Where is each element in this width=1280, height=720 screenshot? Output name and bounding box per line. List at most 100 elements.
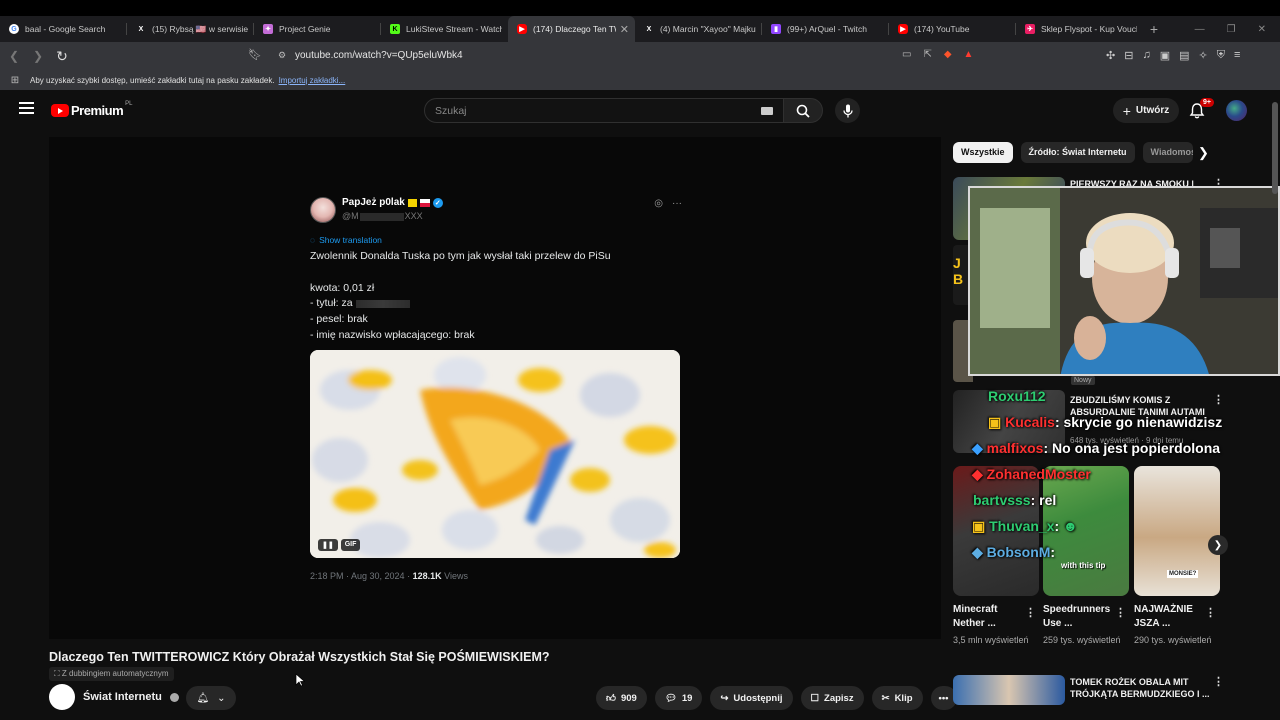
site-settings-icon[interactable]: ⚙ <box>278 50 286 61</box>
x-icon: X <box>138 25 144 33</box>
chat-badge-icon: ◆ <box>972 544 987 560</box>
more-options-icon[interactable]: ⋮ <box>1025 606 1036 619</box>
new-tab-button[interactable]: + <box>1143 21 1165 37</box>
share-button[interactable]: ↪ Udostępnij <box>710 686 793 710</box>
user-avatar[interactable] <box>1226 100 1247 121</box>
channel-name[interactable]: Świat Internetu <box>83 691 162 703</box>
create-button[interactable]: + Utwórz <box>1113 98 1179 123</box>
save-icon: ☐ <box>810 692 820 704</box>
music-icon[interactable]: ♫ <box>1142 49 1150 62</box>
reload-icon[interactable]: ↻ <box>52 48 72 65</box>
like-button[interactable]: 👍︎ 909 <box>596 686 647 710</box>
chip-news[interactable]: Wiadomości <box>1142 142 1193 163</box>
grok-icon: ◎ <box>654 198 663 209</box>
more-options-icon[interactable]: ⋮ <box>1213 393 1224 406</box>
shorts-next-button[interactable]: ❯ <box>1208 535 1228 555</box>
tweet-handle: @M XXX <box>342 211 423 221</box>
back-icon[interactable]: ❮ <box>4 49 24 63</box>
mouse-cursor-icon <box>295 673 305 687</box>
tweet-text: Zwolennik Donalda Tuska po tym jak wysła… <box>310 250 611 341</box>
comments-button[interactable]: 💬︎ 19 <box>654 686 703 710</box>
short-title[interactable]: NAJWAŻNIE JSZA ... <box>1134 603 1206 631</box>
search-icon <box>796 104 810 118</box>
tweet-actions: ◎ ··· <box>654 198 682 209</box>
browser-tab[interactable]: X (4) Marcin "Xayoo" Majkut <box>635 16 762 42</box>
search-button[interactable] <box>783 98 823 123</box>
wallet-icon[interactable]: ▤ <box>1179 49 1189 62</box>
channel-info[interactable]: Świat Internetu <box>49 684 179 710</box>
browser-tab[interactable]: K LukiSteve Stream - Watch <box>381 16 508 42</box>
video-thumbnail[interactable] <box>953 675 1065 705</box>
tweet-avatar <box>310 197 336 223</box>
restore-icon[interactable]: ❐ <box>1227 24 1236 35</box>
chip-all[interactable]: Wszystkie <box>953 142 1013 163</box>
leo-icon[interactable]: ✧ <box>1199 49 1208 62</box>
subscription-bell-button[interactable]: 🔔︎ ⌄ <box>186 686 236 710</box>
chat-badge-icon: ◆ <box>972 466 987 482</box>
browser-tab-active[interactable]: ▶ (174) Dlaczego Ten TW ✕ <box>508 16 635 42</box>
thumbs-up-icon: 👍︎ <box>606 693 616 704</box>
verified-channel-icon <box>169 692 179 702</box>
chevron-right-icon[interactable]: ❯ <box>1198 145 1209 161</box>
hamburger-menu-icon[interactable] <box>19 102 34 114</box>
chat-message: ◆ ZohanedMoster <box>972 466 1091 482</box>
video-title[interactable]: TOMEK ROŻEK OBALA MIT TRÓJKĄTA BERMUDZKI… <box>1070 676 1215 700</box>
chip-source[interactable]: Źródło: Świat Internetu <box>1020 142 1135 163</box>
voice-search-button[interactable] <box>835 98 860 123</box>
sidebar-icon[interactable]: ▣ <box>1160 49 1170 62</box>
short-thumbnail[interactable]: MONSIE? <box>1134 466 1220 596</box>
url-field[interactable]: youtube.com/watch?v=QUp5eluWbk4 <box>295 50 463 61</box>
apps-icon[interactable]: ⊞ <box>0 75 30 86</box>
short-title[interactable]: Minecraft Nether ... <box>953 603 1025 631</box>
close-tab-icon[interactable]: ✕ <box>620 23 629 36</box>
more-options-icon[interactable]: ⋮ <box>1115 606 1126 619</box>
bookmark-icon[interactable]: 🔖︎ <box>248 48 262 61</box>
browser-tab[interactable]: X (15) Rybsą 🇺🇸 w serwisie X <box>127 16 254 42</box>
yellow-flag-icon <box>407 198 417 207</box>
brave-shield-icon[interactable]: ◆ <box>944 49 952 60</box>
gif-image <box>310 350 680 558</box>
tweet-author: PapJeż p0lak ✓ <box>342 197 443 208</box>
forward-icon[interactable]: ❯ <box>28 49 48 63</box>
extensions-icon[interactable]: ✣ <box>1106 49 1115 62</box>
genie-icon: ✦ <box>263 24 273 34</box>
bell-icon: 🔔︎ <box>196 692 210 704</box>
tweet-meta: 2:18 PM · Aug 30, 2024 · 128.1K Views <box>310 571 468 581</box>
chat-emote-icon: ☻ <box>1059 518 1078 534</box>
browser-tab[interactable]: Gbaal - Google Search <box>0 16 127 42</box>
import-bookmarks-link[interactable]: Importuj zakładki... <box>279 76 346 85</box>
chat-message: Roxu112 <box>988 388 1046 404</box>
search-input[interactable]: Szukaj <box>424 98 784 123</box>
save-button[interactable]: ☐ Zapisz <box>800 686 864 710</box>
clip-button[interactable]: ✂ Klip <box>871 686 923 710</box>
bookmarks-hint: Aby uzyskać szybki dostęp, umieść zakład… <box>30 75 275 85</box>
chat-badge-icon: ▣ <box>988 414 1006 430</box>
browser-tab[interactable]: ▮ (99+) ArQuel - Twitch <box>762 16 889 42</box>
tab-search-icon[interactable]: ⊟ <box>1124 49 1133 62</box>
browser-tab[interactable]: ✈ Sklep Flyspot - Kup Vouch <box>1016 16 1143 42</box>
share-icon[interactable]: ⇱ <box>923 49 931 60</box>
youtube-logo[interactable]: Premium PL <box>51 101 132 118</box>
short-title[interactable]: Speedrunners Use ... <box>1043 603 1115 631</box>
browser-tab[interactable]: ▶ (174) YouTube <box>889 16 1016 42</box>
brave-rewards-icon[interactable]: ▲ <box>964 49 974 60</box>
more-options-icon[interactable]: ⋮ <box>1213 675 1224 688</box>
scrollbar-thumb[interactable] <box>1272 102 1278 194</box>
more-options-icon[interactable]: ⋮ <box>1205 606 1216 619</box>
video-player[interactable]: PapJeż p0lak ✓ @M XXX ◎ ··· ◌ Show transla… <box>49 137 941 639</box>
vpn-icon[interactable]: ⛨ <box>1217 49 1225 62</box>
menu-icon[interactable]: ≡ <box>1234 49 1240 62</box>
page-scrollbar[interactable] <box>1272 94 1278 704</box>
browser-tab[interactable]: ✦ Project Genie <box>254 16 381 42</box>
microphone-icon <box>842 104 853 117</box>
tweet-gif: ❚❚ GIF <box>310 350 680 558</box>
close-window-icon[interactable]: ✕ <box>1258 24 1266 35</box>
dubbing-icon: ⛶ <box>54 669 62 678</box>
channel-avatar[interactable] <box>49 684 75 710</box>
cast-icon[interactable]: ▭ <box>902 49 911 60</box>
keyboard-icon[interactable] <box>761 107 773 115</box>
minimize-icon[interactable]: — <box>1195 24 1205 35</box>
recommended-video[interactable]: TOMEK ROŻEK OBALA MIT TRÓJKĄTA BERMUDZKI… <box>953 675 1224 705</box>
chat-badge-icon: ◆ <box>972 440 987 456</box>
browser-tab-bar: Gbaal - Google Search X (15) Rybsą 🇺🇸 w s… <box>0 16 1280 42</box>
